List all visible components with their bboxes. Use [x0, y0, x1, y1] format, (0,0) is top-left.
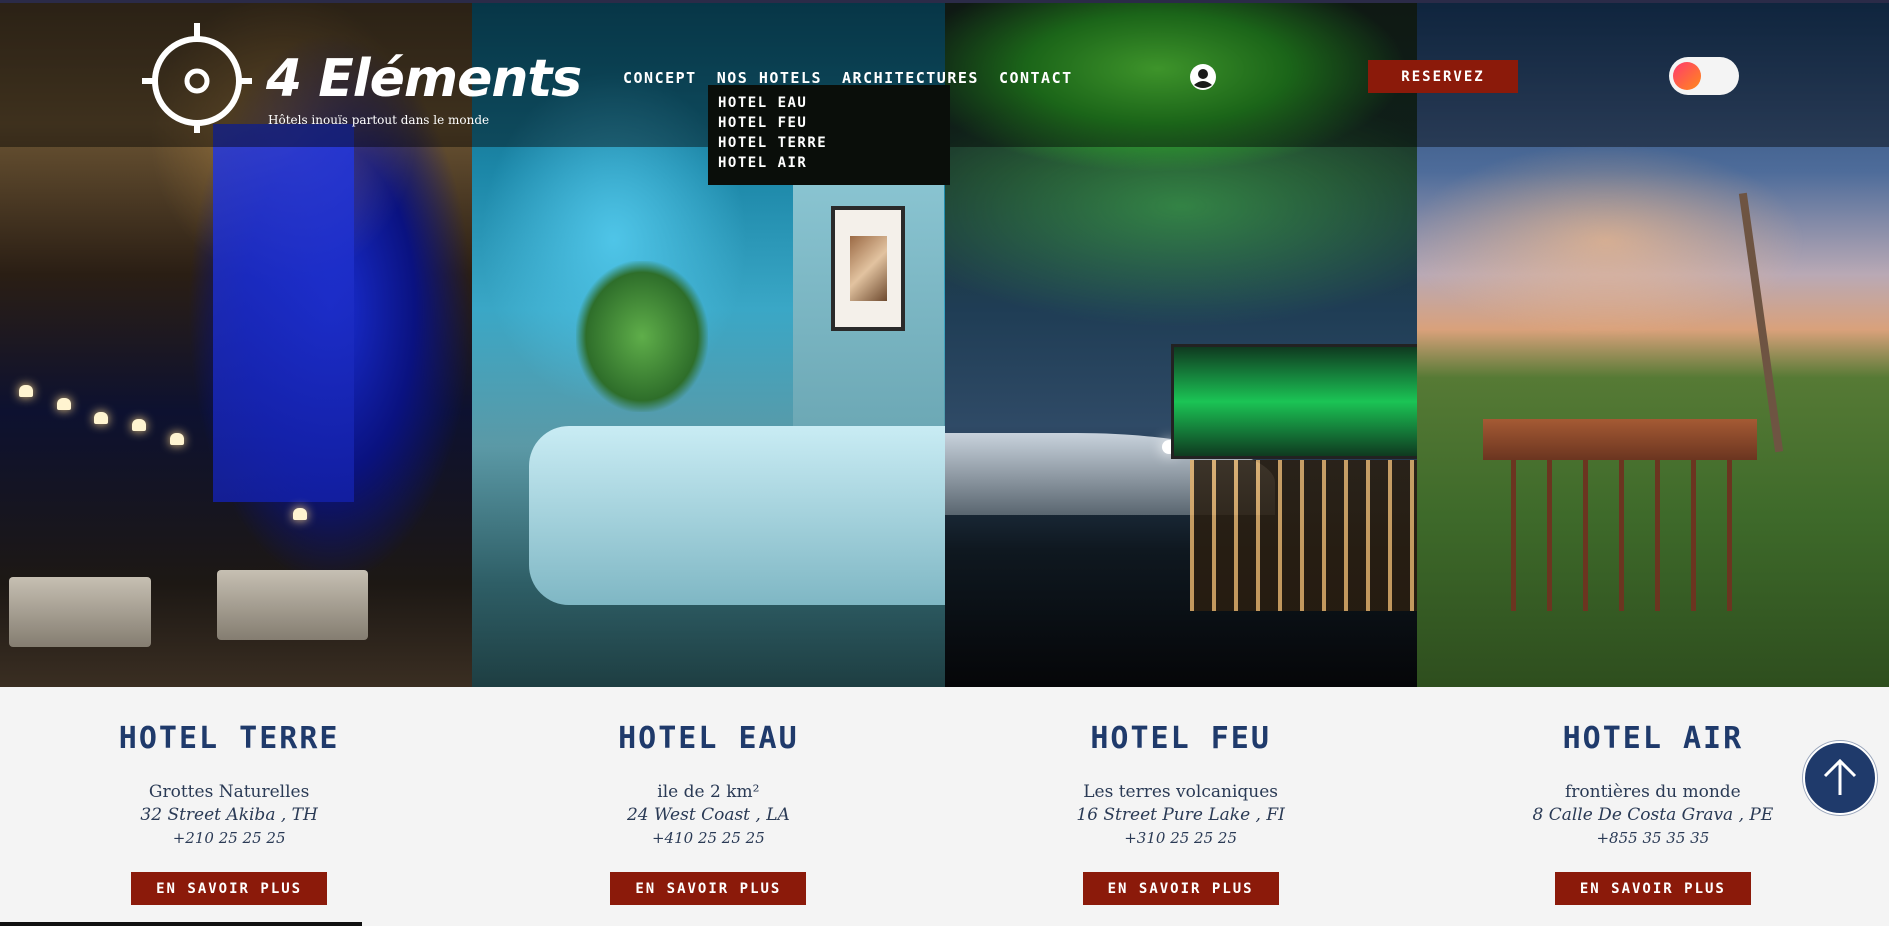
stilts-decor	[1190, 460, 1417, 612]
toggle-knob	[1673, 62, 1701, 90]
lamp-decor	[56, 398, 71, 411]
brand-tagline: Hôtels inouïs partout dans le monde	[268, 113, 490, 127]
hotel-title: HOTEL EAU	[618, 721, 799, 756]
arrow-up-icon	[1823, 758, 1857, 795]
hotel-address: 32 Street Akiba , TH	[140, 805, 318, 825]
hotel-card-terre: HOTEL TERRE Grottes Naturelles 32 Street…	[0, 687, 465, 926]
hotel-address: 24 West Coast , LA	[626, 805, 790, 825]
picture-frame-decor	[831, 206, 906, 331]
dropdown-item-hotel-feu[interactable]: HOTEL FEU	[718, 113, 940, 133]
hotel-title: HOTEL FEU	[1090, 721, 1271, 756]
reserve-button[interactable]: RESERVEZ	[1368, 60, 1518, 93]
dropdown-item-hotel-eau[interactable]: HOTEL EAU	[718, 93, 940, 113]
dropdown-item-hotel-terre[interactable]: HOTEL TERRE	[718, 133, 940, 153]
tree-decor	[1738, 193, 1783, 453]
learn-more-button[interactable]: EN SAVOIR PLUS	[1082, 872, 1279, 905]
lamp-decor	[170, 432, 184, 445]
table-decor	[217, 570, 369, 641]
hotel-card-eau: HOTEL EAU ile de 2 km² 24 West Coast , L…	[472, 687, 944, 926]
deck-legs-decor	[1511, 460, 1748, 612]
horizontal-scrollbar[interactable]	[0, 922, 362, 926]
hotel-title: HOTEL TERRE	[118, 721, 340, 756]
dropdown-item-hotel-air[interactable]: HOTEL AIR	[718, 153, 940, 173]
hotel-phone: +310 25 25 25	[1124, 829, 1237, 847]
nav-item-contact[interactable]: CONTACT	[999, 69, 1073, 87]
lamp-decor	[132, 419, 147, 432]
scroll-top-button[interactable]	[1803, 741, 1877, 815]
hotels-info: HOTEL TERRE Grottes Naturelles 32 Street…	[0, 687, 1889, 926]
hotel-phone: +855 35 35 35	[1596, 829, 1710, 847]
table-decor	[9, 577, 152, 648]
learn-more-button[interactable]: EN SAVOIR PLUS	[1554, 872, 1751, 905]
lamp-decor	[94, 412, 109, 425]
nav-item-concept[interactable]: CONCEPT	[623, 69, 697, 87]
hotel-description: Les terres volcaniques	[1083, 782, 1278, 802]
hotel-description: ile de 2 km²	[657, 782, 760, 802]
hotel-phone: +210 25 25 25	[172, 829, 286, 847]
brand-name: 4 Eléments	[266, 49, 582, 109]
logo[interactable]: 4 Eléments Hôtels inouïs partout dans le…	[142, 23, 582, 133]
account-circle-icon[interactable]	[1189, 63, 1217, 91]
learn-more-button[interactable]: EN SAVOIR PLUS	[131, 872, 328, 905]
deck-decor	[1482, 419, 1757, 461]
target-logo-icon	[142, 23, 252, 133]
cave-wall-decor	[212, 123, 355, 502]
bed-decor	[528, 425, 945, 605]
nos-hotels-dropdown: HOTEL EAU HOTEL FEU HOTEL TERRE HOTEL AI…	[708, 85, 950, 185]
learn-more-button[interactable]: EN SAVOIR PLUS	[610, 872, 807, 905]
glass-building-decor	[1171, 343, 1417, 460]
lamp-decor	[18, 384, 33, 397]
hotel-phone: +410 25 25 25	[651, 829, 765, 847]
theme-toggle[interactable]	[1669, 57, 1739, 95]
plant-decor	[576, 261, 709, 413]
lamp-decor	[292, 508, 307, 521]
hotel-address: 16 Street Pure Lake , FI	[1076, 805, 1285, 825]
hotel-description: Grottes Naturelles	[148, 782, 310, 802]
hotel-card-feu: HOTEL FEU Les terres volcaniques 16 Stre…	[945, 687, 1417, 926]
